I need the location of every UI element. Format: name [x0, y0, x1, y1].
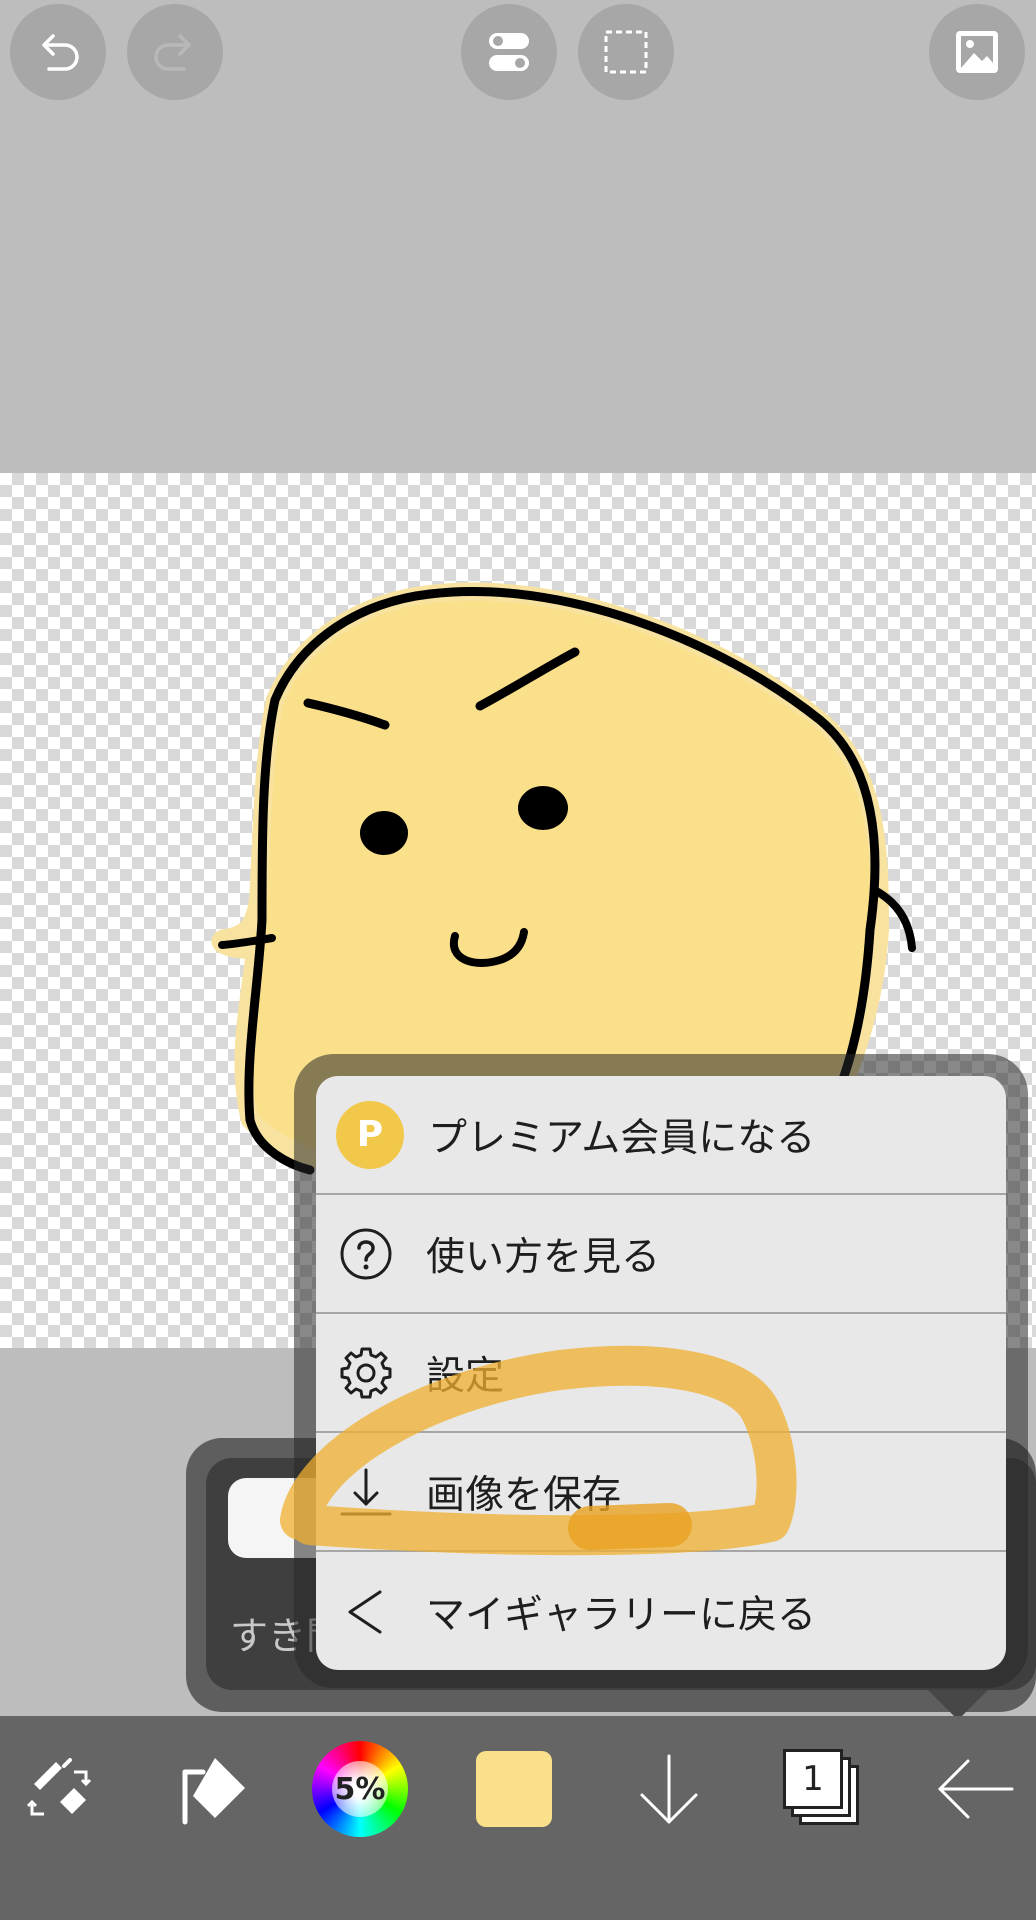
menu-item-premium[interactable]: P プレミアム会員になる [316, 1076, 1006, 1195]
opacity-value: 5% [334, 1771, 386, 1807]
download-icon [338, 1464, 394, 1520]
selection-icon [604, 30, 648, 74]
menu-item-label: 使い方を見る [426, 1234, 661, 1280]
selection-button[interactable] [578, 4, 674, 100]
menu-item-help[interactable]: 使い方を見る [316, 1195, 1006, 1314]
toggle-panel-button[interactable] [461, 4, 557, 100]
menu-item-back-to-gallery[interactable]: マイギャラリーに戻る [316, 1552, 1006, 1670]
main-menu: P プレミアム会員になる 使い方を見る 設定 画像を保存 マイギャラリーに戻る [316, 1076, 1006, 1670]
toggle-icon [489, 33, 529, 71]
arrow-down-icon [640, 1754, 698, 1824]
menu-item-label: プレミアム会員になる [428, 1115, 816, 1161]
undo-button[interactable] [10, 4, 106, 100]
image-icon [956, 31, 998, 73]
menu-item-label: 設定 [426, 1353, 505, 1399]
download-tool-button[interactable] [614, 1734, 724, 1844]
bottom-toolbar: 5% 1 [0, 1716, 1036, 1920]
image-button[interactable] [929, 4, 1025, 100]
menu-item-settings[interactable]: 設定 [316, 1314, 1006, 1433]
arrow-left-icon [938, 1759, 1014, 1819]
menu-back-button[interactable] [920, 1734, 1030, 1844]
layer-count: 1 [802, 1759, 824, 1799]
current-color-swatch [476, 1751, 552, 1827]
premium-icon: P [336, 1100, 404, 1169]
menu-item-label: 画像を保存 [426, 1472, 622, 1518]
undo-icon [42, 34, 79, 71]
redo-button[interactable] [127, 4, 223, 100]
fill-shape-icon [182, 1758, 245, 1825]
menu-item-save-image[interactable]: 画像を保存 [316, 1433, 1006, 1552]
layers-icon: 1 [783, 1749, 863, 1829]
gear-icon [338, 1345, 394, 1401]
back-chevron-icon [338, 1584, 394, 1640]
layers-button[interactable]: 1 [768, 1734, 878, 1844]
redo-icon [154, 34, 191, 71]
color-swatch-button[interactable] [459, 1734, 569, 1844]
menu-item-label: マイギャラリーに戻る [426, 1592, 817, 1638]
color-wheel-button[interactable]: 5% [305, 1734, 415, 1844]
brush-eraser-swap-icon [26, 1758, 92, 1816]
top-toolbar [0, 0, 1036, 110]
swap-tool-button[interactable] [4, 1734, 114, 1844]
brush-tool-button[interactable] [153, 1734, 263, 1844]
color-wheel-icon: 5% [312, 1741, 408, 1837]
help-icon [338, 1226, 394, 1282]
